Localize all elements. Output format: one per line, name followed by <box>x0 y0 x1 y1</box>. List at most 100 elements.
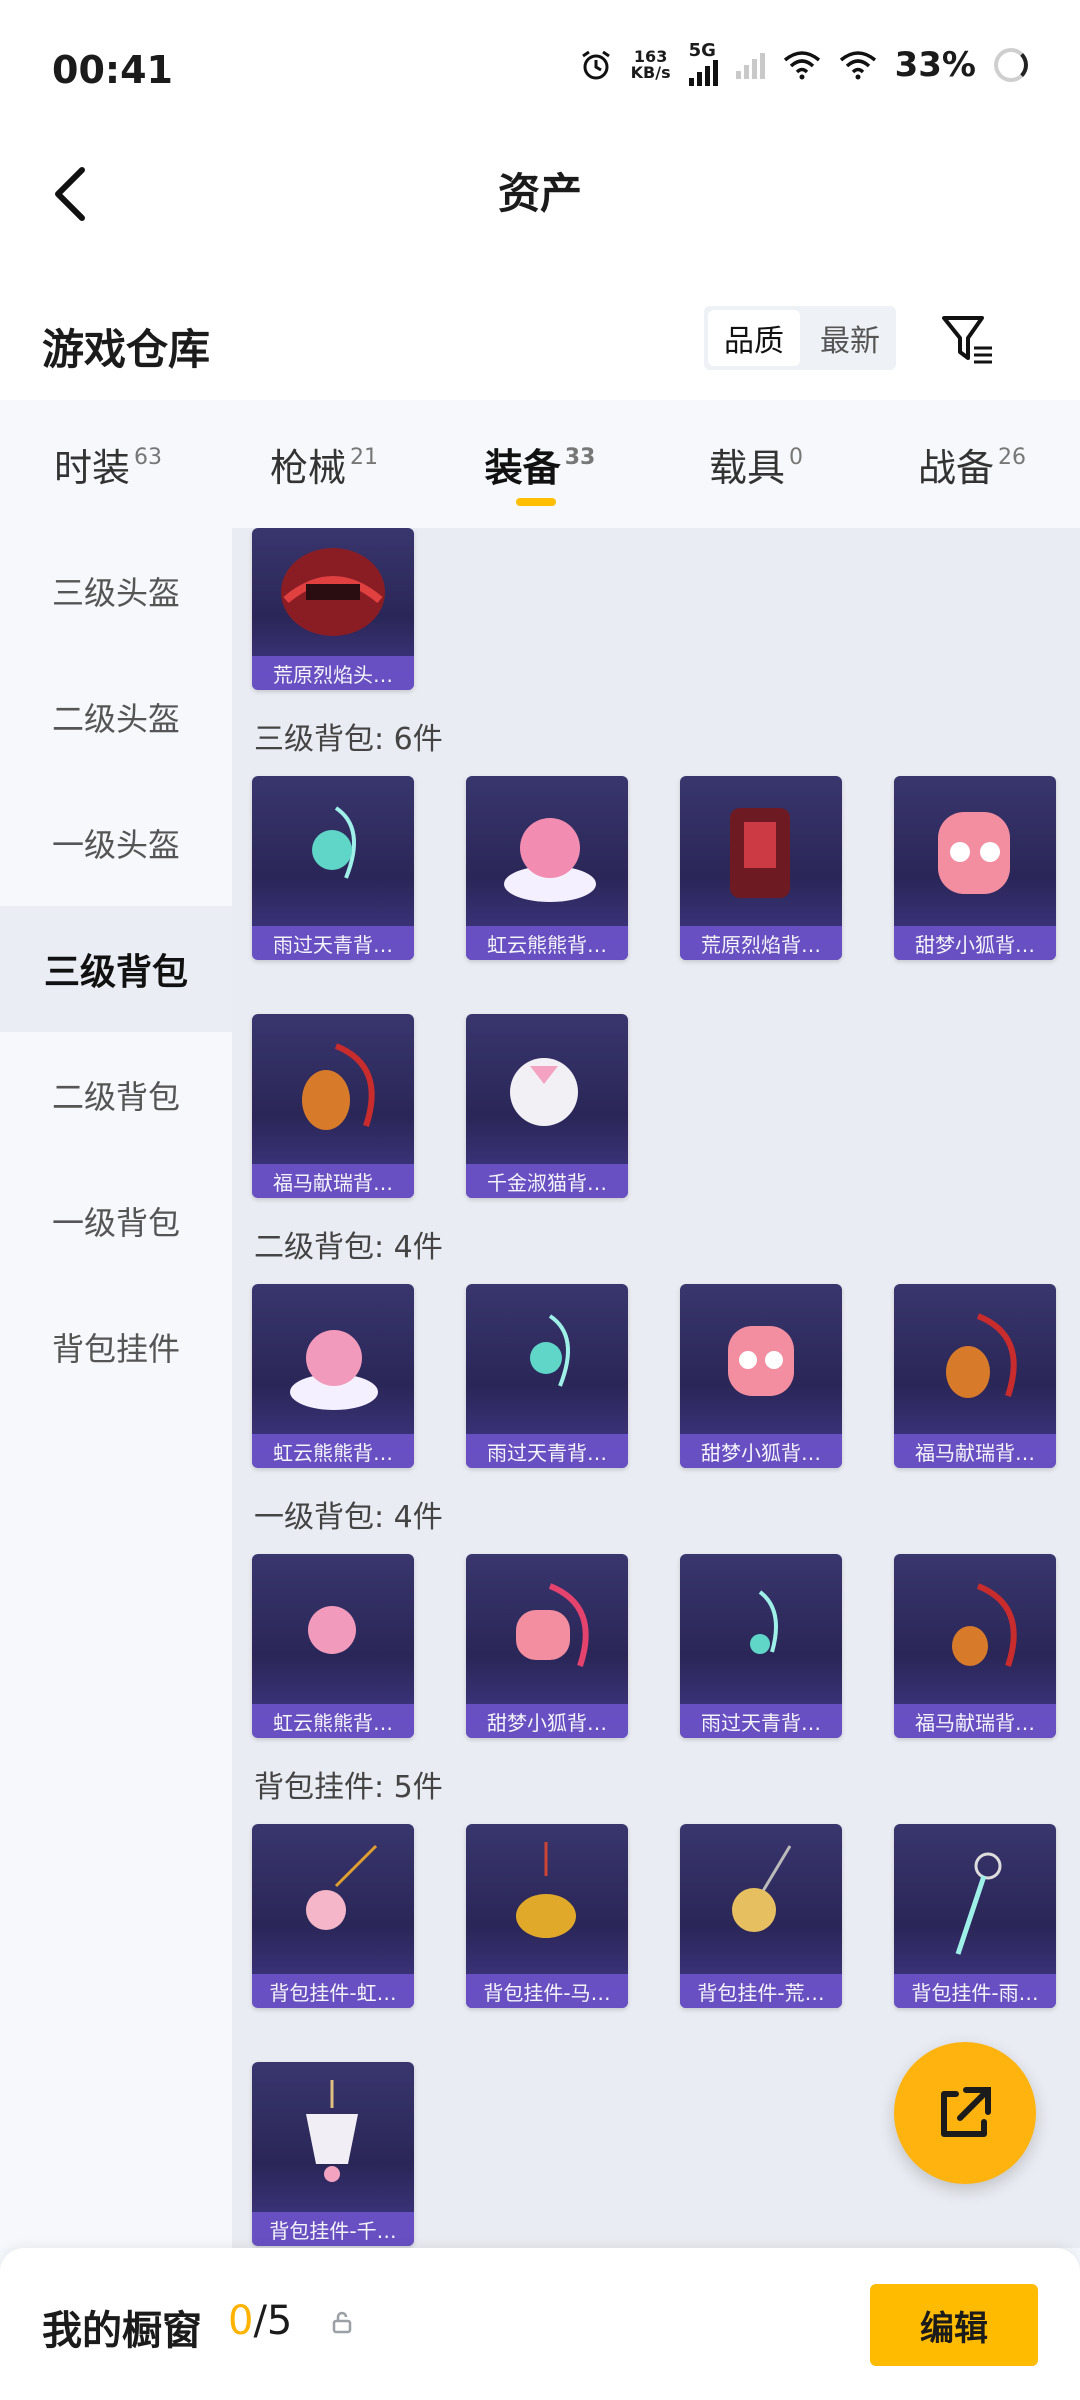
item-card[interactable]: 荒原烈焰头… <box>252 528 414 690</box>
backpack-image <box>312 806 356 879</box>
backpack-image <box>938 812 1010 894</box>
charm-image <box>306 2080 358 2182</box>
section-label-lv2: 二级背包: 4件 <box>254 1230 443 1265</box>
item-card[interactable]: 千金淑猫背… <box>466 1014 628 1198</box>
tab-fashion[interactable]: 时装 63 <box>0 400 216 528</box>
item-name: 虹云熊熊背… <box>466 926 628 960</box>
item-name: 荒原烈焰头… <box>252 656 414 690</box>
showcase-title: 我的橱窗 <box>42 2308 202 2354</box>
nav-bar: 资产 <box>0 140 1080 290</box>
item-name: 雨过天青背… <box>252 926 414 960</box>
charm-image <box>516 1842 576 1938</box>
item-name: 福马献瑞背… <box>252 1164 414 1198</box>
item-card[interactable]: 甜梦小狐背… <box>680 1284 842 1468</box>
status-bar: 00:41 163 KB/s 5G 33% <box>0 0 1080 140</box>
showcase-bar: 我的橱窗 0/5 编辑 <box>0 2248 1080 2400</box>
share-button[interactable] <box>894 2042 1036 2184</box>
alarm-icon <box>581 50 610 80</box>
item-card[interactable]: 福马献瑞背… <box>894 1554 1056 1738</box>
section-header: 游戏仓库 品质 最新 <box>0 290 1080 400</box>
sidebar-item-backpack-2[interactable]: 二级背包 <box>0 1032 232 1158</box>
item-card[interactable]: 背包挂件-虹… <box>252 1824 414 2008</box>
item-card[interactable]: 背包挂件-千… <box>252 2062 414 2246</box>
section-label-charm: 背包挂件: 5件 <box>254 1770 443 1805</box>
tab-equipment[interactable]: 装备 33 <box>432 400 648 528</box>
item-name: 背包挂件-虹… <box>252 1974 414 2008</box>
battery-percent: 33% <box>894 45 976 85</box>
item-name: 背包挂件-马… <box>466 1974 628 2008</box>
item-card[interactable]: 荒原烈焰背… <box>680 776 842 960</box>
sidebar-item-helmet-2[interactable]: 二级头盔 <box>0 654 232 780</box>
item-name: 荒原烈焰背… <box>680 926 842 960</box>
filter-icon[interactable] <box>938 310 998 370</box>
item-card[interactable]: 雨过天青背… <box>466 1284 628 1468</box>
item-name: 虹云熊熊背… <box>252 1704 414 1738</box>
page-title: 资产 <box>497 169 582 218</box>
sidebar-item-backpack-1[interactable]: 一级背包 <box>0 1158 232 1284</box>
backpack-image <box>290 1330 378 1410</box>
sort-newest-button[interactable]: 最新 <box>804 306 896 370</box>
charm-image <box>732 1845 792 1932</box>
item-name: 千金淑猫背… <box>466 1164 628 1198</box>
signal-icon <box>735 51 765 79</box>
item-card[interactable]: 虹云熊熊背… <box>252 1554 414 1738</box>
item-name: 甜梦小狐背… <box>680 1434 842 1468</box>
backpack-image <box>516 1583 589 1667</box>
section-label-lv1: 一级背包: 4件 <box>254 1500 443 1535</box>
status-icons: 163 KB/s 5G 33% <box>579 42 1028 86</box>
item-card[interactable]: 虹云熊熊背… <box>466 776 628 960</box>
signal-5g: 5G <box>688 42 718 86</box>
item-card[interactable]: 背包挂件-马… <box>466 1824 628 2008</box>
showcase-count: 0/5 <box>228 2298 293 2344</box>
backpack-image <box>302 1043 375 1130</box>
external-link-icon <box>941 2087 991 2137</box>
wifi-icon-2 <box>839 51 876 80</box>
section-label-lv3: 三级背包: 6件 <box>254 722 443 757</box>
item-card[interactable]: 虹云熊熊背… <box>252 1284 414 1468</box>
item-card[interactable]: 背包挂件-雨… <box>894 1824 1056 2008</box>
item-name: 背包挂件-荒… <box>680 1974 842 2008</box>
backpack-image <box>530 1314 570 1387</box>
item-card[interactable]: 雨过天青背… <box>680 1554 842 1738</box>
backpack-image <box>510 1058 578 1126</box>
wifi-icon <box>783 51 820 80</box>
network-speed: 163 KB/s <box>630 47 671 82</box>
item-card[interactable]: 甜梦小狐背… <box>894 776 1056 960</box>
tab-guns[interactable]: 枪械 21 <box>216 400 432 528</box>
item-card[interactable]: 背包挂件-荒… <box>680 1824 842 2008</box>
item-name: 甜梦小狐背… <box>466 1704 628 1738</box>
backpack-image <box>308 1606 356 1654</box>
lock-icon <box>332 2311 352 2334</box>
sidebar-item-backpack-3[interactable]: 三级背包 <box>0 906 232 1032</box>
sidebar-item-charm[interactable]: 背包挂件 <box>0 1284 232 1410</box>
tab-vehicles[interactable]: 载具 0 <box>648 400 864 528</box>
backpack-image <box>504 818 596 902</box>
charm-image <box>306 1844 378 1930</box>
item-grid-area: 荒原烈焰头… 三级背包: 6件 雨过天青背… 虹云熊熊背… 荒原烈焰背… 甜梦小… <box>232 528 1080 2248</box>
sidebar-item-helmet-3[interactable]: 三级头盔 <box>0 528 232 654</box>
backpack-image <box>946 1313 1017 1398</box>
sidebar-item-helmet-1[interactable]: 一级头盔 <box>0 780 232 906</box>
edit-button[interactable]: 编辑 <box>870 2284 1038 2366</box>
backpack-image <box>730 808 790 898</box>
backpack-image <box>728 1326 794 1396</box>
category-tabs: 时装 63 枪械 21 装备 33 载具 0 战备 26 <box>0 400 1080 528</box>
item-card[interactable]: 福马献瑞背… <box>894 1284 1056 1468</box>
tab-supplies[interactable]: 战备 26 <box>864 400 1080 528</box>
backpack-image <box>952 1583 1017 1667</box>
item-name: 背包挂件-千… <box>252 2212 414 2246</box>
item-card[interactable]: 雨过天青背… <box>252 776 414 960</box>
item-name: 背包挂件-雨… <box>894 1974 1056 2008</box>
item-card[interactable]: 甜梦小狐背… <box>466 1554 628 1738</box>
charm-image <box>955 1852 1002 1955</box>
sidebar: 三级头盔 二级头盔 一级头盔 三级背包 二级背包 一级背包 背包挂件 <box>0 528 232 2248</box>
item-name: 雨过天青背… <box>680 1704 842 1738</box>
backpack-image <box>750 1590 778 1654</box>
item-name: 福马献瑞背… <box>894 1434 1056 1468</box>
sort-quality-button[interactable]: 品质 <box>708 310 800 366</box>
item-name: 雨过天青背… <box>466 1434 628 1468</box>
item-name: 甜梦小狐背… <box>894 926 1056 960</box>
item-card[interactable]: 福马献瑞背… <box>252 1014 414 1198</box>
item-name: 虹云熊熊背… <box>252 1434 414 1468</box>
helmet-image <box>281 548 385 636</box>
